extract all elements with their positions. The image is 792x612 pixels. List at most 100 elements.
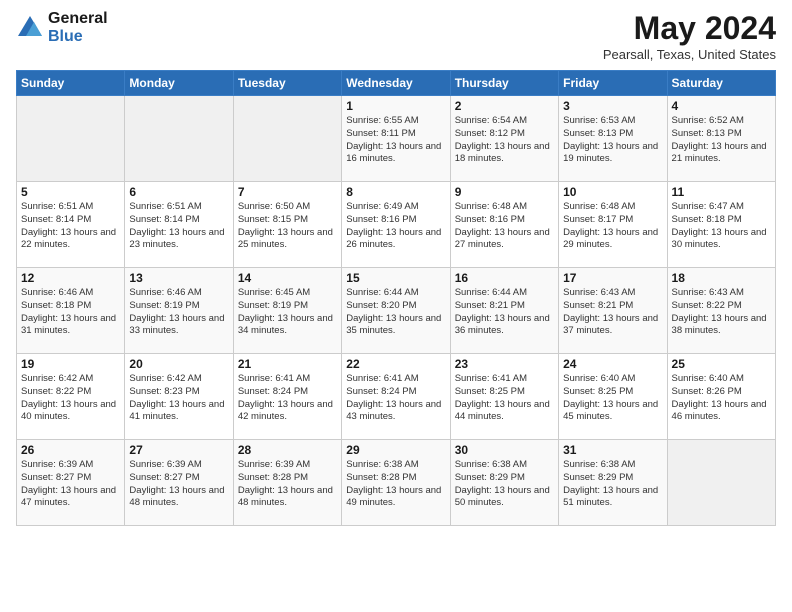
calendar-cell: 31 Sunrise: 6:38 AM Sunset: 8:29 PM Dayli…	[559, 440, 667, 526]
week-row-2: 12 Sunrise: 6:46 AM Sunset: 8:18 PM Dayli…	[17, 268, 776, 354]
day-number: 8	[346, 185, 445, 199]
day-number: 22	[346, 357, 445, 371]
day-number: 2	[455, 99, 554, 113]
day-info: Sunrise: 6:49 AM Sunset: 8:16 PM Dayligh…	[346, 201, 445, 252]
calendar-cell: 27 Sunrise: 6:39 AM Sunset: 8:27 PM Dayli…	[125, 440, 233, 526]
day-number: 19	[21, 357, 120, 371]
header: General Blue May 2024 Pearsall, Texas, U…	[16, 10, 776, 62]
day-info: Sunrise: 6:38 AM Sunset: 8:28 PM Dayligh…	[346, 459, 445, 510]
calendar-cell: 2 Sunrise: 6:54 AM Sunset: 8:12 PM Daylig…	[450, 96, 558, 182]
weekday-header-thursday: Thursday	[450, 71, 558, 96]
calendar-cell: 10Sunrise: 6:48 AM Sunset: 8:17 PM Dayli…	[559, 182, 667, 268]
day-number: 17	[563, 271, 662, 285]
calendar-cell: 13Sunrise: 6:46 AM Sunset: 8:19 PM Dayli…	[125, 268, 233, 354]
day-info: Sunrise: 6:48 AM Sunset: 8:17 PM Dayligh…	[563, 201, 662, 252]
day-info: Sunrise: 6:43 AM Sunset: 8:21 PM Dayligh…	[563, 287, 662, 338]
day-number: 30	[455, 443, 554, 457]
calendar-cell: 15Sunrise: 6:44 AM Sunset: 8:20 PM Dayli…	[342, 268, 450, 354]
calendar-cell	[667, 440, 775, 526]
day-number: 12	[21, 271, 120, 285]
day-info: Sunrise: 6:52 AM Sunset: 8:13 PM Dayligh…	[672, 115, 771, 166]
day-number: 25	[672, 357, 771, 371]
calendar-cell: 19Sunrise: 6:42 AM Sunset: 8:22 PM Dayli…	[17, 354, 125, 440]
calendar-table: SundayMondayTuesdayWednesdayThursdayFrid…	[16, 70, 776, 526]
calendar-cell	[125, 96, 233, 182]
calendar-cell: 28Sunrise: 6:39 AM Sunset: 8:28 PM Dayli…	[233, 440, 341, 526]
week-row-3: 19Sunrise: 6:42 AM Sunset: 8:22 PM Dayli…	[17, 354, 776, 440]
day-number: 13	[129, 271, 228, 285]
day-info: Sunrise: 6:40 AM Sunset: 8:26 PM Dayligh…	[672, 373, 771, 424]
calendar-cell: 25 Sunrise: 6:40 AM Sunset: 8:26 PM Dayli…	[667, 354, 775, 440]
day-number: 28	[238, 443, 337, 457]
logo: General Blue	[16, 10, 108, 45]
calendar-cell: 22Sunrise: 6:41 AM Sunset: 8:24 PM Dayli…	[342, 354, 450, 440]
day-info: Sunrise: 6:47 AM Sunset: 8:18 PM Dayligh…	[672, 201, 771, 252]
day-number: 27	[129, 443, 228, 457]
weekday-header-wednesday: Wednesday	[342, 71, 450, 96]
calendar-cell: 18 Sunrise: 6:43 AM Sunset: 8:22 PM Dayli…	[667, 268, 775, 354]
weekday-header-friday: Friday	[559, 71, 667, 96]
day-info: Sunrise: 6:44 AM Sunset: 8:20 PM Dayligh…	[346, 287, 445, 338]
day-number: 24	[563, 357, 662, 371]
calendar-cell: 3 Sunrise: 6:53 AM Sunset: 8:13 PM Daylig…	[559, 96, 667, 182]
day-number: 1	[346, 99, 445, 113]
day-number: 29	[346, 443, 445, 457]
day-info: Sunrise: 6:43 AM Sunset: 8:22 PM Dayligh…	[672, 287, 771, 338]
day-info: Sunrise: 6:44 AM Sunset: 8:21 PM Dayligh…	[455, 287, 554, 338]
weekday-header-monday: Monday	[125, 71, 233, 96]
calendar-cell: 20Sunrise: 6:42 AM Sunset: 8:23 PM Dayli…	[125, 354, 233, 440]
day-info: Sunrise: 6:39 AM Sunset: 8:27 PM Dayligh…	[21, 459, 120, 510]
calendar-cell: 30 Sunrise: 6:38 AM Sunset: 8:29 PM Dayli…	[450, 440, 558, 526]
day-number: 31	[563, 443, 662, 457]
calendar-cell: 14Sunrise: 6:45 AM Sunset: 8:19 PM Dayli…	[233, 268, 341, 354]
day-number: 21	[238, 357, 337, 371]
day-number: 4	[672, 99, 771, 113]
title-area: May 2024 Pearsall, Texas, United States	[603, 10, 776, 62]
day-info: Sunrise: 6:41 AM Sunset: 8:25 PM Dayligh…	[455, 373, 554, 424]
calendar-cell: 11 Sunrise: 6:47 AM Sunset: 8:18 PM Dayli…	[667, 182, 775, 268]
day-number: 3	[563, 99, 662, 113]
calendar-cell: 5Sunrise: 6:51 AM Sunset: 8:14 PM Daylig…	[17, 182, 125, 268]
calendar-cell: 9 Sunrise: 6:48 AM Sunset: 8:16 PM Daylig…	[450, 182, 558, 268]
day-info: Sunrise: 6:39 AM Sunset: 8:27 PM Dayligh…	[129, 459, 228, 510]
day-info: Sunrise: 6:51 AM Sunset: 8:14 PM Dayligh…	[129, 201, 228, 252]
weekday-header-saturday: Saturday	[667, 71, 775, 96]
day-number: 11	[672, 185, 771, 199]
calendar-cell: 26Sunrise: 6:39 AM Sunset: 8:27 PM Dayli…	[17, 440, 125, 526]
week-row-0: 1 Sunrise: 6:55 AM Sunset: 8:11 PM Daylig…	[17, 96, 776, 182]
calendar-cell	[233, 96, 341, 182]
weekday-header-tuesday: Tuesday	[233, 71, 341, 96]
day-number: 5	[21, 185, 120, 199]
calendar-cell: 29 Sunrise: 6:38 AM Sunset: 8:28 PM Dayli…	[342, 440, 450, 526]
day-info: Sunrise: 6:50 AM Sunset: 8:15 PM Dayligh…	[238, 201, 337, 252]
day-number: 23	[455, 357, 554, 371]
calendar-cell: 7 Sunrise: 6:50 AM Sunset: 8:15 PM Daylig…	[233, 182, 341, 268]
logo-icon	[16, 14, 44, 42]
day-info: Sunrise: 6:41 AM Sunset: 8:24 PM Dayligh…	[238, 373, 337, 424]
calendar-cell: 21 Sunrise: 6:41 AM Sunset: 8:24 PM Dayli…	[233, 354, 341, 440]
week-row-4: 26Sunrise: 6:39 AM Sunset: 8:27 PM Dayli…	[17, 440, 776, 526]
calendar-cell: 12 Sunrise: 6:46 AM Sunset: 8:18 PM Dayli…	[17, 268, 125, 354]
day-number: 14	[238, 271, 337, 285]
calendar-cell: 1 Sunrise: 6:55 AM Sunset: 8:11 PM Daylig…	[342, 96, 450, 182]
calendar-cell: 23 Sunrise: 6:41 AM Sunset: 8:25 PM Dayli…	[450, 354, 558, 440]
day-number: 6	[129, 185, 228, 199]
day-info: Sunrise: 6:54 AM Sunset: 8:12 PM Dayligh…	[455, 115, 554, 166]
day-number: 16	[455, 271, 554, 285]
calendar-cell: 4 Sunrise: 6:52 AM Sunset: 8:13 PM Daylig…	[667, 96, 775, 182]
day-info: Sunrise: 6:38 AM Sunset: 8:29 PM Dayligh…	[563, 459, 662, 510]
day-info: Sunrise: 6:48 AM Sunset: 8:16 PM Dayligh…	[455, 201, 554, 252]
day-info: Sunrise: 6:55 AM Sunset: 8:11 PM Dayligh…	[346, 115, 445, 166]
week-row-1: 5 Sunrise: 6:51 AM Sunset: 8:14 PM Daylig…	[17, 182, 776, 268]
day-number: 20	[129, 357, 228, 371]
day-number: 7	[238, 185, 337, 199]
calendar-cell: 17 Sunrise: 6:43 AM Sunset: 8:21 PM Dayli…	[559, 268, 667, 354]
day-info: Sunrise: 6:38 AM Sunset: 8:29 PM Dayligh…	[455, 459, 554, 510]
day-info: Sunrise: 6:46 AM Sunset: 8:18 PM Dayligh…	[21, 287, 120, 338]
calendar-cell: 16 Sunrise: 6:44 AM Sunset: 8:21 PM Dayli…	[450, 268, 558, 354]
calendar-cell	[17, 96, 125, 182]
page: General Blue May 2024 Pearsall, Texas, U…	[0, 0, 792, 612]
day-number: 18	[672, 271, 771, 285]
day-number: 9	[455, 185, 554, 199]
day-info: Sunrise: 6:53 AM Sunset: 8:13 PM Dayligh…	[563, 115, 662, 166]
